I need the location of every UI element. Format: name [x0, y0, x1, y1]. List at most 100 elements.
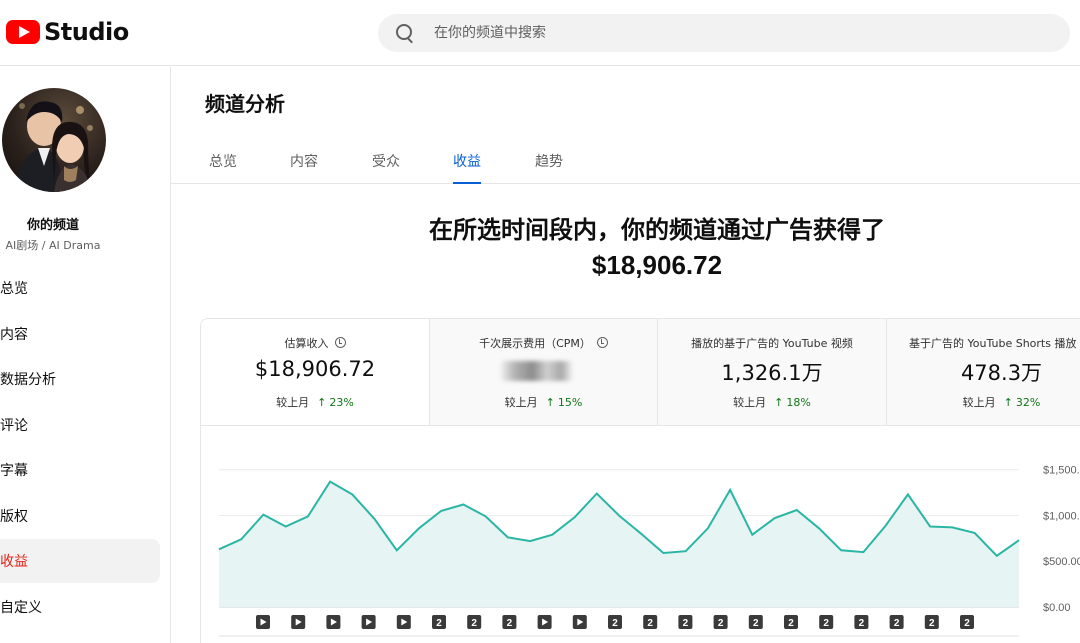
metric-card-ad-shorts-views[interactable]: 基于广告的 YouTube Shorts 播放 478.3万 较上月 ↑ 32%	[887, 319, 1080, 425]
shorts-marker-icon[interactable]: 2	[854, 615, 869, 629]
y-tick-label: $0.00	[1043, 602, 1071, 614]
channel-name: 你的频道	[26, 218, 79, 233]
sidebar: 你的频道 AI剧场 / AI Drama 总览 内容 数据分析 评论 字幕 版权…	[0, 67, 171, 643]
sidebar-item-label: 自定义	[0, 600, 42, 616]
metric-cards: 估算收入 $18,906.72 较上月 ↑ 23% 千次展示费用（CPM） 较上月 ↑…	[200, 318, 1080, 426]
shorts-marker-icon[interactable]: 2	[713, 615, 728, 629]
shorts-marker-icon[interactable]: 2	[889, 615, 904, 629]
tab-trends[interactable]: 趋势	[535, 151, 563, 184]
sidebar-item-analytics[interactable]: 数据分析	[0, 357, 160, 401]
sidebar-item-content[interactable]: 内容	[0, 312, 160, 356]
svg-text:2: 2	[718, 618, 724, 629]
sidebar-item-customization[interactable]: 自定义	[0, 585, 160, 629]
svg-text:2: 2	[894, 618, 900, 629]
sidebar-item-dashboard[interactable]: 总览	[0, 266, 160, 310]
shorts-marker-icon[interactable]: 2	[819, 615, 834, 629]
clock-info-icon[interactable]	[596, 337, 608, 348]
blurred-value	[500, 361, 572, 381]
sidebar-item-label: 字幕	[0, 463, 28, 479]
svg-text:2: 2	[788, 618, 794, 629]
svg-text:2: 2	[929, 618, 935, 629]
shorts-marker-icon[interactable]: 2	[608, 615, 622, 629]
svg-text:2: 2	[507, 618, 513, 629]
revenue-area	[219, 481, 1019, 607]
metric-label: 基于广告的 YouTube Shorts 播放	[909, 337, 1077, 350]
logo-text: Studio	[44, 18, 129, 46]
metric-value: $18,906.72	[254, 357, 376, 381]
metric-card-cpm[interactable]: 千次展示费用（CPM） 较上月 ↑ 15%	[430, 319, 658, 425]
arrow-up-icon: ↑	[317, 396, 327, 409]
metric-delta: 较上月 ↑ 18%	[733, 396, 811, 409]
arrow-up-icon: ↑	[545, 396, 555, 409]
svg-text:2: 2	[823, 618, 829, 629]
channel-subtitle: AI剧场 / AI Drama	[5, 239, 101, 252]
sidebar-item-copyright[interactable]: 版权	[0, 494, 160, 538]
metric-value: 1,326.1万	[721, 361, 823, 385]
sidebar-item-label: 数据分析	[0, 372, 56, 388]
arrow-up-icon: ↑	[1003, 396, 1013, 409]
y-tick-label: $1,000.	[1043, 510, 1080, 522]
arrow-up-icon: ↑	[774, 396, 784, 409]
tab-content[interactable]: 内容	[290, 151, 318, 184]
sidebar-item-comments[interactable]: 评论	[0, 403, 160, 447]
shorts-marker-icon[interactable]: 2	[678, 615, 693, 629]
sidebar-item-subtitles[interactable]: 字幕	[0, 448, 160, 492]
delta-up: ↑ 18%	[774, 396, 811, 409]
search-icon[interactable]	[396, 24, 414, 42]
svg-text:2: 2	[859, 618, 865, 629]
shorts-marker-icon[interactable]: 2	[432, 615, 446, 629]
metric-label: 估算收入	[201, 335, 429, 351]
delta-up: ↑ 15%	[545, 396, 583, 409]
video-marker-icon[interactable]	[396, 615, 411, 629]
revenue-chart-svg: $1,500. $1,000. $500.00 $0.00 2 2 2 2 2 2 2 2 2 2 2 2 2 2	[218, 465, 1080, 637]
metric-label: 千次展示费用（CPM）	[430, 335, 657, 351]
search-bar[interactable]	[378, 14, 1070, 52]
metric-delta: 较上月 ↑ 23%	[276, 396, 354, 409]
studio-logo[interactable]: Studio	[6, 18, 129, 46]
sidebar-item-label: 评论	[0, 418, 28, 434]
sidebar-item-label: 总览	[0, 281, 28, 297]
youtube-play-icon	[6, 20, 40, 44]
metric-card-ad-video-views[interactable]: 播放的基于广告的 YouTube 视频 1,326.1万 较上月 ↑ 18%	[658, 319, 887, 425]
tab-audience[interactable]: 受众	[372, 151, 400, 184]
shorts-marker-icon[interactable]: 2	[748, 615, 763, 629]
video-marker-icon[interactable]	[361, 615, 376, 629]
video-marker-icon[interactable]	[572, 615, 587, 629]
shorts-marker-icon[interactable]: 2	[924, 615, 939, 629]
shorts-marker-icon[interactable]: 2	[643, 615, 658, 629]
delta-up: ↑ 32%	[1003, 396, 1041, 409]
metric-delta: 较上月 ↑ 15%	[504, 396, 583, 409]
video-marker-icon[interactable]	[256, 615, 270, 629]
revenue-chart: $1,500. $1,000. $500.00 $0.00 2 2 2 2 2 2 2 2 2 2 2 2 2 2	[200, 426, 1080, 643]
y-tick-label: $500.00	[1043, 556, 1080, 568]
shorts-marker-icon[interactable]: 2	[784, 615, 798, 629]
search-input[interactable]	[434, 25, 994, 41]
clock-info-icon[interactable]	[334, 337, 346, 348]
metric-delta: 较上月 ↑ 32%	[962, 396, 1041, 409]
svg-text:2: 2	[683, 618, 689, 629]
page-title: 频道分析	[205, 92, 285, 116]
metric-value: 478.3万	[960, 361, 1043, 385]
shorts-marker-icon[interactable]: 2	[467, 615, 482, 629]
y-tick-label: $1,500.	[1043, 465, 1080, 477]
tab-revenue[interactable]: 收益	[453, 151, 481, 184]
shorts-marker-icon[interactable]: 2	[960, 615, 974, 629]
metric-card-estimated-revenue[interactable]: 估算收入 $18,906.72 较上月 ↑ 23%	[201, 319, 430, 425]
sidebar-item-label: 版权	[0, 509, 28, 525]
video-marker-icon[interactable]	[537, 615, 552, 629]
video-marker-icon[interactable]	[326, 615, 341, 629]
tab-overview[interactable]: 总览	[209, 151, 237, 184]
shorts-marker-icon[interactable]: 2	[502, 615, 517, 629]
sidebar-item-label: 收益	[0, 554, 28, 570]
revenue-headline: 在所选时间段内，你的频道通过广告获得了	[429, 216, 885, 244]
channel-avatar[interactable]	[2, 88, 106, 192]
sidebar-item-earn[interactable]: 收益	[0, 539, 160, 583]
top-bar: Studio	[0, 0, 1080, 66]
video-marker-icon[interactable]	[291, 615, 306, 629]
svg-text:2: 2	[753, 618, 759, 629]
svg-text:2: 2	[964, 618, 970, 629]
sidebar-item-label: 内容	[0, 327, 28, 343]
metric-label: 播放的基于广告的 YouTube 视频	[691, 337, 853, 350]
svg-text:2: 2	[436, 618, 442, 629]
svg-text:2: 2	[612, 618, 618, 629]
